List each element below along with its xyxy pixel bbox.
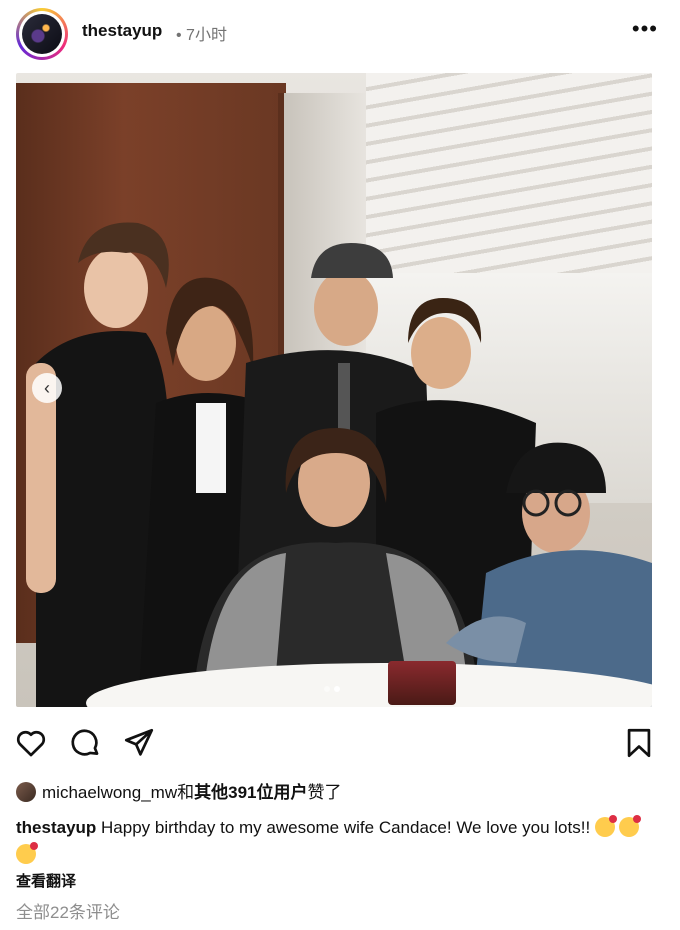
post-header: thestayup • 7小时 ••• [0,0,680,68]
likes-suffix: 赞了 [307,783,342,802]
liker-username[interactable]: michaelwong_mw [42,783,177,802]
more-options-icon[interactable]: ••• [632,16,658,42]
view-comments-link[interactable]: 全部22条评论 [16,898,120,923]
username[interactable]: thestayup [82,21,162,41]
kiss-emoji-icon [618,815,641,837]
kiss-emoji-icon [16,842,38,864]
carousel-prev-icon[interactable]: ‹ [32,373,62,403]
likes-summary: michaelwong_mw和其他391位用户赞了 [16,778,342,802]
birthday-cake [388,661,456,705]
avatar-image [22,14,62,54]
likes-others[interactable]: 其他391位用户 [194,783,307,802]
likes-connector: 和 [177,783,195,802]
action-bar [0,720,680,764]
people-illustration [26,222,652,707]
caption-text: Happy birthday to my awesome wife Candac… [101,818,591,837]
see-translation-link[interactable]: 查看翻译 [16,870,76,891]
post-image[interactable]: ‹ [16,73,652,707]
comment-icon[interactable] [68,726,102,760]
kiss-emoji-icon [594,815,617,837]
post-time: • 7小时 [176,27,227,44]
carousel-dots [322,679,342,697]
carousel-dot[interactable] [324,686,330,692]
liker-avatar[interactable] [16,782,36,802]
post-caption: thestayup Happy birthday to my awesome w… [16,814,656,868]
carousel-dot-active[interactable] [334,686,340,692]
heart-icon[interactable] [14,726,48,760]
caption-username[interactable]: thestayup [16,818,96,837]
bookmark-icon[interactable] [622,726,656,760]
send-icon[interactable] [122,726,156,760]
avatar[interactable] [16,8,68,60]
